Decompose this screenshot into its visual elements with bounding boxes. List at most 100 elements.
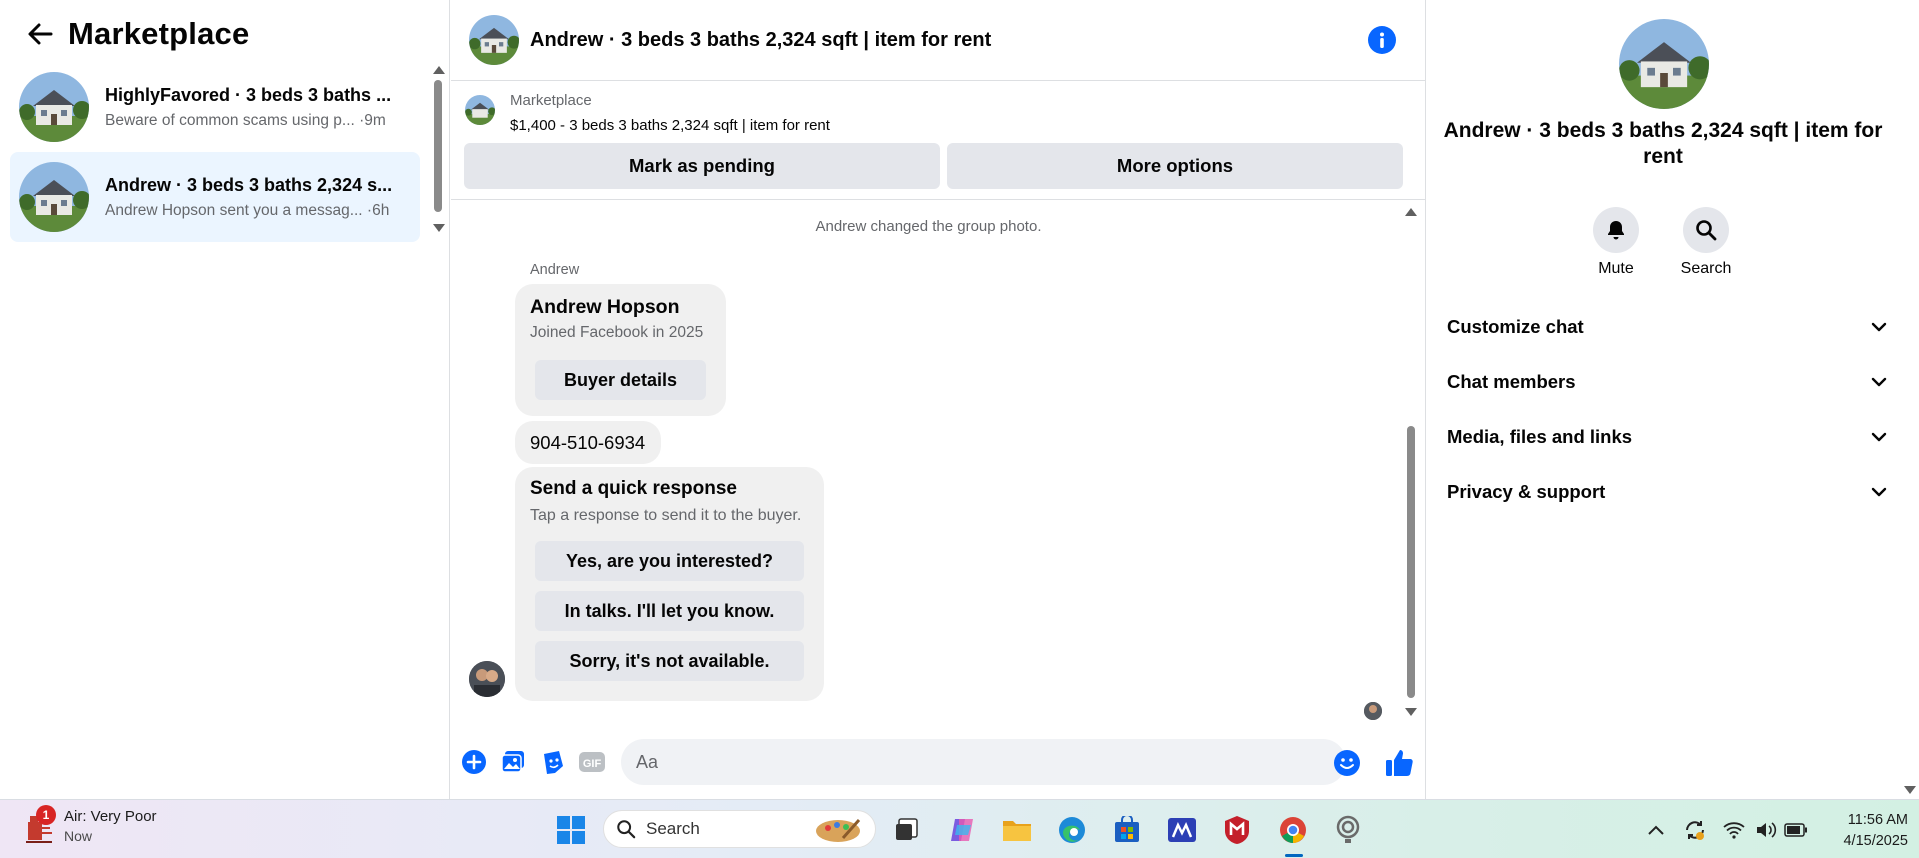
section-chat-members[interactable]: Chat members [1447, 362, 1887, 402]
system-message: Andrew changed the group photo. [815, 218, 1042, 235]
chevron-down-icon [1871, 432, 1887, 442]
wifi-icon[interactable] [1722, 818, 1746, 842]
chevron-down-icon [1871, 487, 1887, 497]
search-in-chat-button[interactable]: Search [1661, 207, 1751, 278]
weather-badge: 1 [36, 805, 56, 825]
scroll-down-arrow-icon[interactable] [433, 224, 445, 232]
app-icon-gray[interactable] [1331, 813, 1365, 847]
chevron-down-icon [1871, 322, 1887, 332]
scrollbar-thumb[interactable] [1407, 426, 1415, 698]
task-view-icon[interactable] [890, 813, 924, 847]
mute-label: Mute [1598, 260, 1634, 277]
quick-response-option[interactable]: Yes, are you interested? [535, 541, 804, 581]
message-thread: Andrew changed the group photo. Andrew A… [451, 202, 1426, 722]
mcafee-icon[interactable] [1220, 813, 1254, 847]
app-icon-m[interactable] [1165, 813, 1199, 847]
quick-response-option[interactable]: Sorry, it's not available. [535, 641, 804, 681]
conversation-preview: Beware of common scams using p... ·9m [105, 111, 386, 129]
active-app-indicator [1285, 854, 1303, 857]
more-options-button[interactable]: More options [947, 143, 1403, 189]
house-thumbnail [19, 72, 89, 142]
section-label: Media, files and links [1447, 426, 1633, 447]
message-composer: GIF [451, 733, 1426, 791]
edge-browser-icon[interactable] [1055, 813, 1089, 847]
chat-avatar[interactable] [469, 15, 519, 65]
conversation-name: HighlyFavored · 3 beds 3 baths ... [105, 84, 392, 105]
section-label: Privacy & support [1447, 481, 1606, 502]
thumbs-up-icon[interactable] [1383, 747, 1415, 779]
sticker-icon[interactable] [539, 748, 567, 776]
quick-response-bubble: Send a quick response Tap a response to … [515, 467, 824, 701]
search-icon [617, 820, 636, 839]
left-header: Marketplace [22, 14, 249, 54]
system-clock[interactable]: 11:56 AM 4/15/2025 [1818, 810, 1908, 852]
info-icon[interactable] [1368, 26, 1396, 54]
profile-card-bubble: Andrew Hopson Joined Facebook in 2025 Bu… [515, 284, 726, 416]
chat-info-panel: Andrew · 3 beds 3 baths 2,324 sqft | ite… [1427, 0, 1919, 799]
weather-title: Air: Very Poor [64, 808, 157, 825]
back-button[interactable] [22, 16, 58, 52]
weather-subtitle: Now [64, 828, 93, 844]
chat-info-avatar[interactable] [1619, 19, 1709, 109]
listing-summary[interactable]: $1,400 - 3 beds 3 baths 2,324 sqft | ite… [510, 117, 830, 134]
copilot-icon[interactable] [945, 813, 979, 847]
section-media-files-links[interactable]: Media, files and links [1447, 417, 1887, 457]
section-privacy-support[interactable]: Privacy & support [1447, 472, 1887, 512]
clock-date: 4/15/2025 [1843, 833, 1908, 849]
listing-thumbnail [465, 95, 495, 125]
chevron-down-icon [1871, 377, 1887, 387]
buyer-name: Andrew Hopson [530, 296, 680, 318]
listing-source: Marketplace [510, 92, 592, 109]
volume-icon[interactable] [1754, 818, 1778, 842]
windows-start-icon[interactable] [554, 813, 588, 847]
buyer-details-button[interactable]: Buyer details [535, 360, 706, 400]
search-icon [1696, 220, 1717, 241]
bell-icon [1608, 221, 1624, 240]
messenger-app: Marketplace HighlyFavored · 3 beds 3 bat… [0, 0, 1919, 799]
windows-taskbar: 1 Air: Very Poor Now Search 11:56 AM 4/1… [0, 799, 1919, 858]
chat-header: Andrew · 3 beds 3 baths 2,324 sqft | ite… [451, 0, 1426, 81]
search-label: Search [1680, 260, 1732, 277]
taskbar-search-label: Search [646, 819, 700, 838]
chrome-icon[interactable] [1276, 813, 1310, 847]
paint-palette-icon [816, 819, 861, 842]
photo-icon[interactable] [499, 748, 527, 776]
quick-response-option[interactable]: In talks. I'll let you know. [535, 591, 804, 631]
phone-message-bubble: 904-510-6934 [515, 421, 661, 464]
page-scroll-down-arrow-icon[interactable] [1904, 786, 1916, 794]
scroll-down-arrow-icon[interactable] [1405, 708, 1417, 716]
quick-response-subtitle: Tap a response to send it to the buyer. [530, 507, 802, 524]
chat-info-title: Andrew · 3 beds 3 baths 2,324 sqft | ite… [1443, 119, 1883, 168]
chevron-up-icon[interactable] [1644, 818, 1668, 842]
section-customize-chat[interactable]: Customize chat [1447, 307, 1887, 347]
conversation-name: Andrew · 3 beds 3 baths 2,324 s... [105, 174, 393, 195]
emoji-icon[interactable] [1333, 749, 1361, 777]
taskbar-search[interactable]: Search [603, 810, 876, 848]
section-label: Chat members [1447, 371, 1576, 392]
sender-name: Andrew [530, 262, 580, 278]
battery-icon[interactable] [1784, 818, 1808, 842]
conversation-item-highlyfavored[interactable]: HighlyFavored · 3 beds 3 baths ... Bewar… [10, 62, 420, 152]
message-input[interactable] [621, 739, 1346, 785]
section-label: Customize chat [1447, 316, 1584, 337]
conversation-list-panel: Marketplace HighlyFavored · 3 beds 3 bat… [0, 0, 450, 799]
plus-circle-icon[interactable] [460, 748, 488, 776]
file-explorer-icon[interactable] [1000, 813, 1034, 847]
scroll-up-arrow-icon[interactable] [1405, 208, 1417, 216]
scroll-up-arrow-icon[interactable] [433, 66, 445, 74]
sender-avatar[interactable] [469, 661, 505, 697]
weather-widget[interactable]: 1 Air: Very Poor Now [24, 805, 157, 844]
message-thread-scrollbar[interactable] [1405, 206, 1417, 716]
buyer-joined: Joined Facebook in 2025 [530, 324, 704, 341]
chat-title[interactable]: Andrew · 3 beds 3 baths 2,324 sqft | ite… [530, 29, 991, 52]
mute-button[interactable]: Mute [1571, 207, 1661, 278]
gif-icon[interactable]: GIF [578, 748, 606, 776]
scrollbar-thumb[interactable] [434, 80, 442, 212]
arrow-left-icon [28, 23, 53, 45]
conversation-item-andrew[interactable]: Andrew · 3 beds 3 baths 2,324 s... Andre… [10, 152, 420, 242]
conversation-list-scrollbar[interactable] [433, 62, 445, 232]
svg-text:GIF: GIF [583, 758, 602, 770]
mark-as-pending-button[interactable]: Mark as pending [464, 143, 940, 189]
microsoft-store-icon[interactable] [1110, 813, 1144, 847]
sync-icon[interactable] [1683, 818, 1707, 842]
